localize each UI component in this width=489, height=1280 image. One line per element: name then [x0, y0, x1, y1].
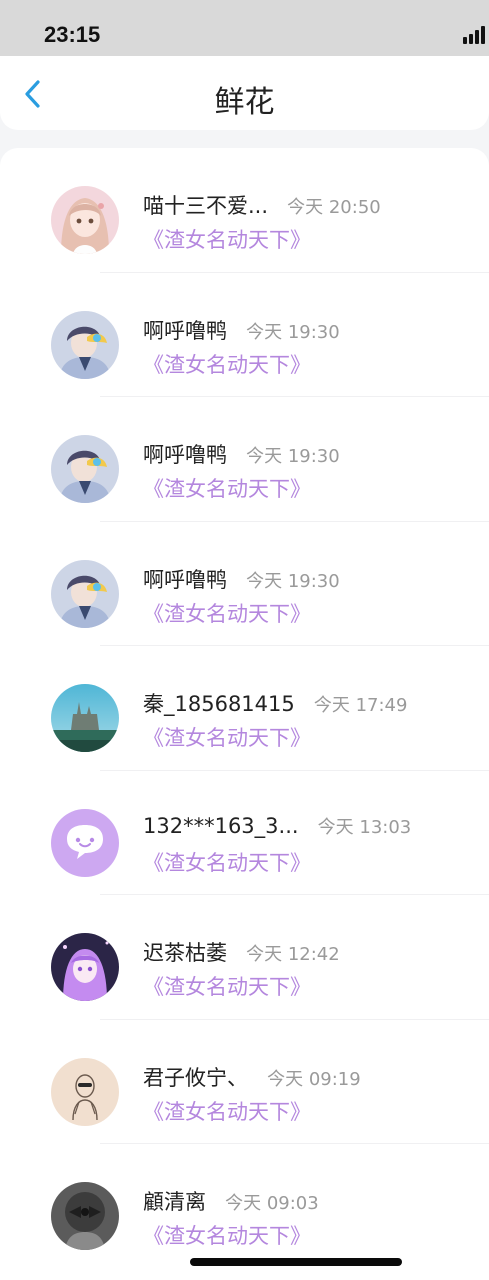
- username[interactable]: 迟茶枯萎: [143, 941, 227, 965]
- list-item[interactable]: 顧清离 今天 09:03 《渣女名动天下》: [0, 1144, 489, 1269]
- avatar[interactable]: [51, 933, 119, 1001]
- list-item[interactable]: 秦_185681415 今天 17:49 《渣女名动天下》: [0, 646, 489, 771]
- book-title[interactable]: 《渣女名动天下》: [143, 847, 311, 877]
- avatar[interactable]: [51, 435, 119, 503]
- avatar[interactable]: [51, 559, 119, 628]
- book-title[interactable]: 《渣女名动天下》: [143, 473, 311, 503]
- row-header: 啊呼噜鸭 今天 19:30: [143, 564, 340, 594]
- book-title[interactable]: 《渣女名动天下》: [143, 1096, 311, 1126]
- row-header: 喵十三不爱... 今天 20:50: [143, 190, 381, 220]
- row-header: 秦_185681415 今天 17:49: [143, 688, 407, 718]
- sketch-avatar-icon: [51, 1057, 119, 1126]
- avatar[interactable]: [51, 808, 119, 877]
- username[interactable]: 顧清离: [143, 1190, 206, 1214]
- username[interactable]: 秦_185681415: [143, 692, 295, 716]
- book-title[interactable]: 《渣女名动天下》: [143, 349, 311, 379]
- username[interactable]: 啊呼噜鸭: [143, 443, 227, 467]
- row-header: 君子攸宁、 今天 09:19: [143, 1062, 361, 1092]
- list-item[interactable]: 喵十三不爱... 今天 20:50 《渣女名动天下》: [0, 148, 489, 273]
- book-title[interactable]: 《渣女名动天下》: [143, 1220, 311, 1250]
- avatar[interactable]: [51, 1182, 119, 1250]
- timestamp: 今天 09:19: [267, 1068, 361, 1090]
- anime-boy-avatar-icon: [51, 435, 119, 503]
- timestamp: 今天 13:03: [317, 816, 412, 838]
- list-item[interactable]: 君子攸宁、 今天 09:19 《渣女名动天下》: [0, 1020, 489, 1144]
- avatar[interactable]: [51, 310, 119, 379]
- book-title[interactable]: 《渣女名动天下》: [143, 971, 311, 1001]
- username[interactable]: 喵十三不爱...: [143, 194, 268, 218]
- username[interactable]: 君子攸宁、: [143, 1066, 248, 1090]
- timestamp: 今天 19:30: [246, 321, 340, 343]
- book-title[interactable]: 《渣女名动天下》: [143, 598, 311, 628]
- timestamp: 今天 17:49: [313, 695, 408, 716]
- purple-hair-avatar-icon: [51, 933, 119, 1001]
- status-bar: 23:15: [0, 0, 489, 56]
- book-title[interactable]: 《渣女名动天下》: [143, 224, 311, 254]
- book-title[interactable]: 《渣女名动天下》: [143, 722, 311, 752]
- anime-boy-avatar-icon: [51, 559, 119, 628]
- ribbon-avatar-icon: [51, 1182, 119, 1250]
- chat-bubble-avatar-icon: [51, 808, 119, 877]
- timestamp: 今天 19:30: [246, 570, 340, 592]
- username[interactable]: 啊呼噜鸭: [143, 319, 227, 343]
- anime-boy-avatar-icon: [51, 310, 119, 379]
- row-header: 迟茶枯萎 今天 12:42: [143, 937, 340, 967]
- castle-avatar-icon: [51, 684, 119, 752]
- avatar[interactable]: [51, 684, 119, 752]
- username[interactable]: 132***163_3...: [143, 814, 299, 838]
- avatar[interactable]: [51, 186, 119, 254]
- row-header: 132***163_3... 今天 13:03: [143, 813, 411, 839]
- username[interactable]: 啊呼噜鸭: [143, 568, 227, 592]
- list-item[interactable]: 迟茶枯萎 今天 12:42 《渣女名动天下》: [0, 895, 489, 1020]
- anime-girl-avatar-icon: [51, 186, 119, 254]
- avatar[interactable]: [51, 1057, 119, 1126]
- status-time: 23:15: [44, 22, 101, 47]
- row-header: 啊呼噜鸭 今天 19:30: [143, 439, 340, 469]
- home-indicator: [190, 1258, 402, 1266]
- timestamp: 今天 09:03: [225, 1193, 319, 1214]
- row-header: 啊呼噜鸭 今天 19:30: [143, 315, 340, 345]
- list-item[interactable]: 啊呼噜鸭 今天 19:30 《渣女名动天下》: [0, 273, 489, 397]
- list-item[interactable]: 啊呼噜鸭 今天 19:30 《渣女名动天下》: [0, 397, 489, 522]
- signal-bars-icon: [463, 26, 489, 44]
- nav-bar: 鲜花: [0, 56, 489, 130]
- flower-list: 喵十三不爱... 今天 20:50 《渣女名动天下》 啊呼噜鸭 今天 19:30…: [0, 148, 489, 1280]
- timestamp: 今天 19:30: [246, 446, 340, 467]
- timestamp: 今天 12:42: [246, 944, 340, 965]
- list-item[interactable]: 啊呼噜鸭 今天 19:30 《渣女名动天下》: [0, 522, 489, 646]
- page-title: 鲜花: [214, 85, 275, 120]
- row-header: 顧清离 今天 09:03: [143, 1186, 319, 1216]
- list-item[interactable]: 132***163_3... 今天 13:03 《渣女名动天下》: [0, 771, 489, 895]
- timestamp: 今天 20:50: [287, 197, 381, 218]
